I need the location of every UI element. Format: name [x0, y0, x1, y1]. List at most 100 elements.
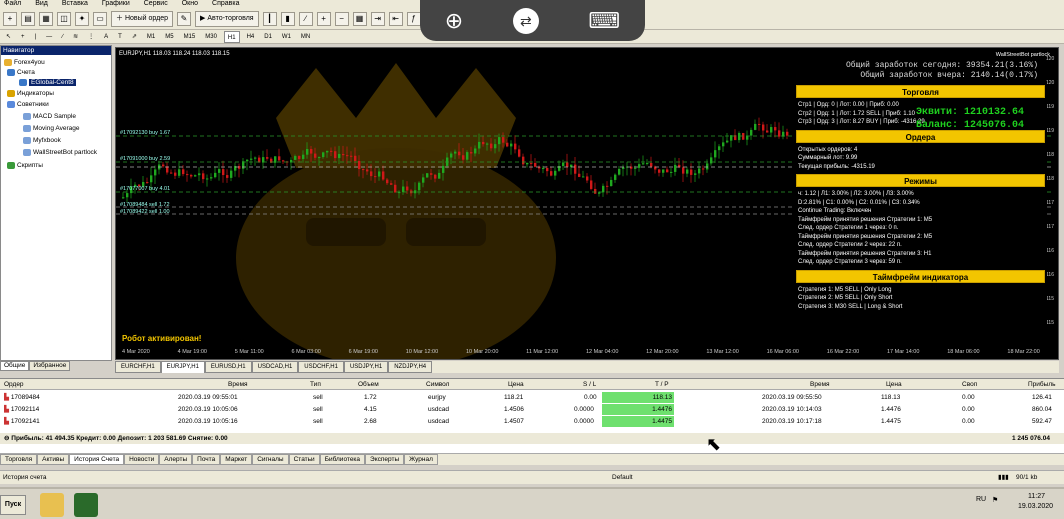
autotrade-button[interactable]: ▶ Авто-торговля [195, 10, 259, 27]
col-time[interactable]: Время [228, 379, 248, 390]
menu-tools[interactable]: Сервис [144, 0, 168, 8]
chart-tab[interactable]: NZDJPY,H4 [388, 361, 433, 373]
menu-file[interactable]: Файл [4, 0, 21, 8]
tree-scripts[interactable]: Скрипты [7, 161, 43, 170]
col-volume[interactable]: Объем [358, 379, 379, 390]
chart-tab[interactable]: USDJPY,H1 [343, 361, 389, 373]
nav-tab-general[interactable]: Общие [0, 361, 30, 371]
crosshair-icon[interactable]: + [18, 31, 28, 43]
zoom-icon[interactable]: ⊕ [445, 9, 463, 32]
indicators-icon[interactable]: ƒ [406, 11, 421, 26]
menu-charts[interactable]: Графики [102, 0, 130, 8]
menu-window[interactable]: Окно [182, 0, 198, 8]
keyboard-icon[interactable]: ⌨ [588, 9, 620, 32]
tree-root[interactable]: Forex4you [4, 58, 45, 67]
tab-library[interactable]: Библиотека [319, 454, 366, 465]
tab-articles[interactable]: Статьи [288, 454, 320, 465]
new-chart-icon[interactable]: + [3, 11, 17, 26]
chart-tab[interactable]: USDCAD,H1 [251, 361, 299, 373]
trendline-icon[interactable]: ∕ [59, 31, 66, 43]
arrow-icon[interactable]: ⇗ [129, 31, 140, 43]
language-indicator[interactable]: RU [976, 496, 986, 503]
table-row[interactable]: ▙ 17089484 2020.03.19 09:55:01 sell 1.72… [0, 392, 1064, 403]
profiles-icon[interactable]: ▤ [21, 11, 35, 26]
navigator-icon[interactable]: ✦ [75, 11, 89, 26]
tab-account-history[interactable]: История Счета [69, 454, 125, 465]
tab-assets[interactable]: Активы [37, 454, 70, 465]
remote-connect-icon[interactable]: ⇄ [512, 7, 539, 34]
new-order-button[interactable]: ＋ Новый ордер [111, 10, 174, 27]
tf-h4[interactable]: H4 [244, 31, 258, 43]
candle-body [722, 142, 725, 147]
chart-tab[interactable]: EURCHF,H1 [115, 361, 161, 373]
col-sl[interactable]: S / L [583, 379, 596, 390]
menu-help[interactable]: Справка [212, 0, 239, 8]
autoscroll-icon[interactable]: ⇥ [370, 11, 385, 26]
table-row[interactable]: ▙ 17092114 2020.03.19 10:05:06 sell 4.15… [0, 404, 1064, 415]
bar-chart-icon[interactable]: ┃ [262, 11, 277, 26]
tile-icon[interactable]: ▦ [352, 11, 367, 26]
text-icon[interactable]: A [101, 31, 111, 43]
terminal-icon[interactable]: ▭ [93, 11, 107, 26]
tree-expert-item[interactable]: MACD Sample [23, 112, 76, 121]
tab-market[interactable]: Маркет [220, 454, 253, 465]
tf-mn[interactable]: MN [298, 31, 313, 43]
menu-view[interactable]: Вид [35, 0, 48, 8]
metaeditor-icon[interactable]: ✎ [177, 11, 192, 26]
vline-icon[interactable]: | [32, 31, 40, 43]
tf-header: Таймфрейм индикатора [796, 269, 1045, 283]
tf-h1[interactable]: H1 [223, 30, 240, 43]
shift-icon[interactable]: ⇤ [388, 11, 403, 26]
col-price[interactable]: Цена [508, 379, 524, 390]
tab-mail[interactable]: Почта [192, 454, 221, 465]
tf-m15[interactable]: M15 [181, 31, 199, 43]
col-close-time[interactable]: Время [810, 379, 830, 390]
tab-news[interactable]: Новости [124, 454, 160, 465]
tree-experts[interactable]: Советники [7, 100, 49, 109]
line-chart-icon[interactable]: ∕ [298, 11, 313, 26]
tree-expert-item[interactable]: Moving Average [23, 124, 80, 133]
col-close-price[interactable]: Цена [886, 379, 902, 390]
zoom-out-icon[interactable]: − [334, 11, 349, 26]
tray-flag-icon[interactable]: ⚑ [992, 496, 998, 504]
data-window-icon[interactable]: ◫ [57, 11, 71, 26]
col-tp[interactable]: T / P [655, 379, 669, 390]
hline-icon[interactable]: — [43, 31, 55, 43]
table-row[interactable]: ▙ 17092141 2020.03.19 10:05:16 sell 2.68… [0, 416, 1064, 427]
tree-accounts[interactable]: Счета [7, 68, 35, 77]
channel-icon[interactable]: ≋ [70, 31, 81, 43]
mt4-taskbar-icon[interactable] [74, 493, 98, 517]
tab-alerts[interactable]: Алерты [159, 454, 193, 465]
tab-experts[interactable]: Эксперты [365, 454, 405, 465]
market-watch-icon[interactable]: ▦ [39, 11, 53, 26]
start-button[interactable]: Пуск [0, 495, 26, 515]
chart-tab-active[interactable]: EURJPY,H1 [160, 361, 205, 373]
tree-expert-item[interactable]: WallStreetBot partlock [23, 148, 97, 157]
col-symbol[interactable]: Символ [426, 379, 449, 390]
tf-d1[interactable]: D1 [261, 31, 275, 43]
tab-signals[interactable]: Сигналы [252, 454, 289, 465]
folder-taskbar-icon[interactable] [40, 493, 64, 517]
col-type[interactable]: Тип [310, 379, 321, 390]
col-profit[interactable]: Прибыль [1028, 379, 1056, 390]
nav-tab-favorites[interactable]: Избранное [29, 361, 71, 371]
chart-tab[interactable]: USDCHF,H1 [298, 361, 344, 373]
tree-expert-item[interactable]: Myfxbook [23, 136, 61, 145]
label-icon[interactable]: T [115, 31, 125, 43]
tab-trade[interactable]: Торговля [0, 454, 38, 465]
tree-account[interactable]: EGlobal-Cent8 [19, 78, 76, 87]
menu-insert[interactable]: Вставка [62, 0, 88, 8]
col-order[interactable]: Ордер [4, 379, 24, 390]
tf-m1[interactable]: M1 [144, 31, 158, 43]
tf-m5[interactable]: M5 [162, 31, 176, 43]
cursor-icon[interactable]: ↖ [3, 31, 14, 43]
tree-indicators[interactable]: Индикаторы [7, 89, 54, 98]
chart-tab[interactable]: EURUSD,H1 [204, 361, 252, 373]
tf-w1[interactable]: W1 [279, 31, 294, 43]
candles-icon[interactable]: ▮ [280, 11, 295, 26]
tf-m30[interactable]: M30 [202, 31, 220, 43]
col-swap[interactable]: Своп [962, 379, 977, 390]
tab-journal[interactable]: Журнал [404, 454, 438, 465]
fibo-icon[interactable]: ⋮ [85, 31, 97, 43]
zoom-in-icon[interactable]: + [316, 11, 331, 26]
